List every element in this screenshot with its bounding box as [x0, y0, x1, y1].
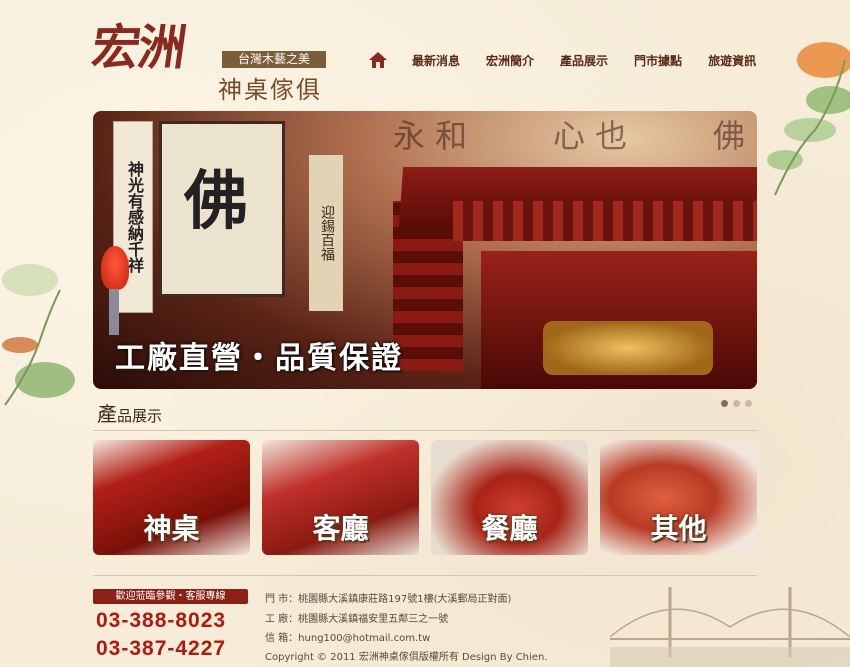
product-card-other[interactable]: 其他	[600, 440, 757, 555]
product-card-living-room[interactable]: 客廳	[262, 440, 419, 555]
product-grid: 神桌 客廳 餐廳 其他	[93, 440, 757, 555]
painting-character: 佛	[184, 164, 248, 239]
product-card-dining-room[interactable]: 餐廳	[431, 440, 588, 555]
store-address: 門 市：桃園縣大溪鎮康莊路197號1樓(大溪郵局正對面)	[265, 594, 512, 605]
phone-number-2[interactable]: 03-387-4227	[96, 637, 226, 661]
bridge-decoration-icon	[610, 587, 850, 667]
product-label: 其他	[650, 512, 707, 545]
main-nav: 最新消息 宏洲簡介 產品展示 門市據點 旅遊資訊	[368, 51, 782, 69]
slider-dots	[721, 400, 752, 407]
section-divider	[93, 430, 757, 431]
welcome-badge: 歡迎蒞臨參觀・客服專線	[93, 589, 248, 604]
products-title-rest: 品展示	[117, 407, 163, 425]
logo-title[interactable]: 宏洲	[88, 8, 190, 78]
red-lamp-image	[101, 246, 129, 290]
lamp-stand-image	[109, 289, 119, 335]
slider-dot-2[interactable]	[733, 400, 740, 407]
phone-number-1[interactable]: 03-388-8023	[96, 609, 226, 633]
logo-subtitle: 神桌傢俱	[218, 76, 322, 104]
product-label: 客廳	[312, 512, 369, 545]
nav-item-stores[interactable]: 門市據點	[634, 52, 682, 69]
hero-banner[interactable]: 永 和 心 也 佛 神光有感納千祥 佛 迎錫百福 工廠直營・品質保證	[93, 111, 757, 389]
calligraphy-background: 永 和	[393, 117, 468, 155]
calligraphy-background-2: 心 也	[553, 117, 628, 155]
slider-dot-3[interactable]	[745, 400, 752, 407]
logo-tagline: 台灣木藝之美	[222, 51, 326, 68]
home-icon[interactable]	[368, 51, 388, 69]
nav-item-products[interactable]: 產品展示	[560, 52, 608, 69]
factory-address: 工 廠：桃園縣大溪鎮福安里五鄰三之一號	[265, 614, 449, 625]
nav-item-news[interactable]: 最新消息	[412, 52, 460, 69]
altar-carving-image	[453, 201, 757, 241]
products-title-first: 產	[97, 402, 117, 426]
calligraphy-background-3: 佛	[713, 117, 746, 155]
slider-dot-1[interactable]	[721, 400, 728, 407]
product-label: 餐廳	[481, 512, 538, 545]
product-label: 神桌	[143, 512, 200, 545]
couplet-scroll-right: 迎錫百福	[309, 155, 343, 311]
golden-dragon-image	[543, 321, 713, 375]
banner-slogan: 工廠直營・品質保證	[115, 341, 403, 376]
products-section-title: 產品展示	[97, 398, 162, 427]
lotus-leaf-decoration-left-icon	[2, 264, 75, 406]
buddha-painting: 佛	[159, 121, 285, 297]
email-address[interactable]: 信 箱：hung100@hotmail.com.tw	[265, 629, 430, 644]
product-card-altar[interactable]: 神桌	[93, 440, 250, 555]
nav-item-travel[interactable]: 旅遊資訊	[708, 52, 756, 69]
nav-item-about[interactable]: 宏洲簡介	[486, 52, 534, 69]
footer-divider	[93, 575, 757, 576]
copyright: Copyright © 2011 宏洲神桌傢俱版權所有 Design By Ch…	[265, 652, 548, 663]
